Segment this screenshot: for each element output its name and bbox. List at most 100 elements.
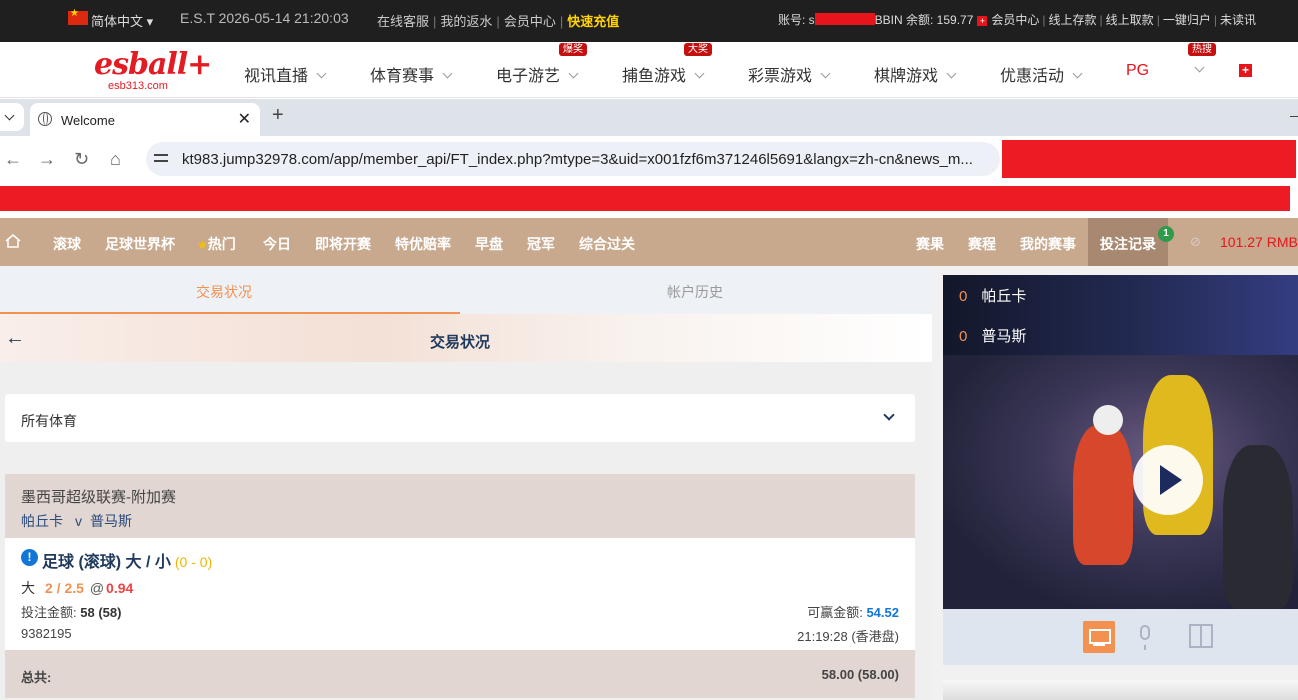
away-score-row: 0 普马斯 [959,328,1027,345]
play-icon[interactable] [1133,445,1203,515]
link-online-service[interactable]: 在线客服 [377,14,429,29]
nav-sports[interactable]: 体育赛事 [370,62,453,86]
acct-link-withdraw[interactable]: 线上取款 [1106,13,1154,27]
chevron-down-icon [883,409,895,421]
menu-bet-record[interactable]: 投注记录 [1100,234,1156,254]
player-figure [1223,445,1293,609]
panel-title: 交易状况 [429,334,490,351]
browser-tab[interactable]: Welcome ✕ [30,103,260,136]
chevron-down-icon [1194,62,1205,73]
live-video[interactable]: 0 帕丘卡 0 普马斯 [943,275,1298,609]
stake-amount: 投注金额: 58 (58) [21,605,122,620]
menu-upcoming[interactable]: 即将开赛 [315,234,371,254]
menu-results[interactable]: 赛果 [916,234,944,254]
home-score-row: 0 帕丘卡 [959,288,1027,305]
acct-link-one-click[interactable]: 一键归户 [1163,13,1211,27]
tab-title: Welcome [61,113,115,128]
promo-thumbnail [943,680,1298,700]
tv-icon[interactable] [1083,621,1115,653]
transaction-panel: 交易状况 帐户历史 ← 交易状况 所有体育 墨西哥超级联赛-附加赛 帕丘卡 v 普马… [0,266,932,700]
browser-tab-strip: Welcome ✕ + [0,99,1298,136]
esball-logo[interactable]: esball+ esb313.com [94,50,212,96]
balance-display: 101.27 RMB [1220,234,1298,250]
new-tab-icon[interactable]: + [272,104,284,127]
menu-inplay[interactable]: 滚球 [53,234,81,254]
menu-early[interactable]: 早盘 [475,234,503,254]
sport-filter-select[interactable]: 所有体育 [5,394,915,442]
add-balance-icon[interactable]: + [977,16,988,26]
home-icon[interactable]: ⌂ [110,149,121,170]
league-name: 墨西哥超级联赛-附加赛 [21,489,176,506]
reload-icon[interactable]: ↻ [74,149,89,170]
account-info: 账号: s BBIN 余额: 159.77 + 会员中心 | 线上存款 | 线上取款 | 一键归户… [778,13,1256,27]
close-tab-icon[interactable]: ✕ [238,109,251,129]
nav-slots[interactable]: 电子游艺 [496,62,579,86]
nav-chess[interactable]: 棋牌游戏 [874,62,957,86]
acct-link-deposit[interactable]: 线上存款 [1049,13,1097,27]
nav-lottery[interactable]: 彩票游戏 [748,62,831,86]
microphone-icon[interactable] [1140,625,1150,650]
live-controls [943,609,1298,665]
menu-best-odds[interactable]: 特优赔率 [395,234,451,254]
sports-menu: 滚球 足球世界杯 ★热门 今日 即将开赛 特优赔率 早盘 冠军 综合过关 赛果 … [0,218,1298,266]
chevron-down-icon [442,68,453,79]
redaction-strip [0,186,1290,211]
china-flag-icon: ★ [68,8,88,25]
panel-tabs: 交易状况 帐户历史 [0,266,932,314]
nav-fishing[interactable]: 捕鱼游戏 [622,62,705,86]
redaction-block [1002,140,1296,178]
top-bar: ★ 简体中文 ▾ E.S.T 2026-05-14 21:20:03 在线客服 |… [0,0,1298,42]
menu-parlay[interactable]: 综合过关 [579,234,635,254]
globe-icon [38,112,52,126]
chevron-down-icon [946,68,957,79]
main-nav: esball+ esb313.com 视讯直播 体育赛事 电子游艺 爆奖 捕鱼游… [0,42,1298,98]
nav-badge-fishing: 大奖 [684,43,712,56]
acct-link-member[interactable]: 会员中心 [991,13,1039,27]
total-amount: 58.00 (58.00) [821,667,899,682]
hide-balance-icon[interactable]: ⊘ [1190,234,1201,250]
bet-match-header: 墨西哥超级联赛-附加赛 帕丘卡 v 普马斯 [5,474,915,538]
nav-promotions[interactable]: 优惠活动 [1000,62,1083,86]
top-links: 在线客服 | 我的返水 | 会员中心 | 快速充值 [377,14,620,29]
chevron-down-icon [820,68,831,79]
nav-pg[interactable]: PG [1126,62,1149,80]
tab-search-button[interactable] [0,103,24,131]
menu-world-cup[interactable]: 足球世界杯 [105,234,175,254]
menu-hot[interactable]: ★热门 [197,234,236,254]
link-rebate[interactable]: 我的返水 [440,14,492,29]
menu-my-events[interactable]: 我的赛事 [1020,234,1076,254]
menu-schedule[interactable]: 赛程 [968,234,996,254]
pitch-icon[interactable] [1189,624,1213,648]
language-select[interactable]: 简体中文 ▾ [91,11,153,30]
chevron-down-icon [694,68,705,79]
tab-account-history[interactable]: 帐户历史 [667,282,723,302]
warning-icon: ! [21,549,38,566]
site-settings-icon[interactable] [154,152,168,164]
nav-live-video[interactable]: 视讯直播 [244,62,327,86]
potential-win: 可赢金额: 54.52 [807,605,899,620]
link-fast-deposit[interactable]: 快速充值 [567,14,619,29]
bet-selection: 大2 / 2.5 @0.94 [21,580,134,596]
sports-promo-image [943,355,1298,609]
tab-transaction-status[interactable]: 交易状况 [196,282,252,302]
back-icon[interactable]: ← [4,149,22,170]
player-figure [1073,425,1133,565]
nav-badge-hot: 热搜 [1188,43,1216,56]
url-field[interactable]: kt983.jump32978.com/app/member_api/FT_in… [146,142,1000,176]
redacted-account [814,13,875,25]
nav-hot-search[interactable] [1186,62,1205,80]
minimize-icon[interactable] [1290,116,1298,117]
link-member-center[interactable]: 会员中心 [504,14,556,29]
total-row: 总共: 58.00 (58.00) [5,650,915,698]
live-score: (0 - 0) [174,554,213,570]
live-panel: 0 帕丘卡 0 普马斯 [932,266,1298,700]
bet-record-count-badge: 1 [1158,226,1174,242]
forward-icon[interactable]: → [38,149,56,170]
ticket-id: 9382195 [21,626,72,641]
menu-today[interactable]: 今日 [263,234,291,254]
plus-icon[interactable]: + [1239,64,1252,77]
menu-outright[interactable]: 冠军 [527,234,555,254]
home-icon[interactable] [5,233,21,249]
panel-header: ← 交易状况 [0,314,932,362]
acct-link-unread[interactable]: 未读讯 [1220,13,1256,27]
